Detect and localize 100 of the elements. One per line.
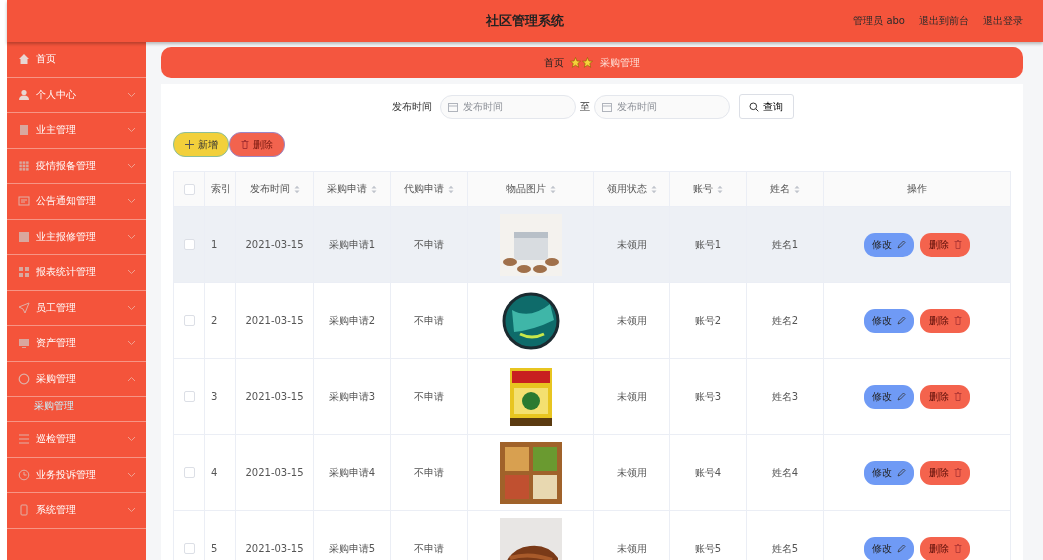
- table-cell: 2: [204, 282, 236, 359]
- table-cell: 2021-03-15: [235, 358, 314, 435]
- tiles-icon: [18, 266, 30, 279]
- table-row[interactable]: 4 2021-03-15 采购申请4 不申请 未领用 账号4 姓名4 修改 删除: [173, 434, 1011, 511]
- edit-button[interactable]: 修改: [864, 232, 914, 257]
- table-cell: 2021-03-15: [235, 206, 314, 283]
- column-header[interactable]: 采购申请: [313, 171, 391, 207]
- grid-icon: [18, 159, 30, 172]
- table-cell: 采购申请2: [313, 282, 391, 359]
- column-header[interactable]: 索引: [204, 171, 236, 207]
- table-cell: 姓名4: [746, 434, 824, 511]
- column-header[interactable]: 账号: [669, 171, 747, 207]
- table-cell: 采购申请3: [313, 358, 391, 435]
- trash-icon: [953, 392, 962, 401]
- sort-icon: [448, 184, 454, 194]
- table-cell: 不申请: [390, 282, 468, 359]
- table-cell: 账号1: [669, 206, 747, 283]
- column-header[interactable]: 操作: [823, 171, 1011, 207]
- sort-icon: [650, 184, 657, 194]
- table-cell: 未领用: [593, 206, 670, 283]
- table-cell: 未领用: [593, 282, 670, 359]
- column-header[interactable]: 领用状态: [593, 171, 670, 207]
- phone-icon: [18, 504, 30, 517]
- delete-button[interactable]: 删除: [920, 460, 970, 485]
- column-header[interactable]: 物品图片: [467, 171, 594, 207]
- column-header[interactable]: 发布时间: [235, 171, 314, 207]
- table-cell: 2021-03-15: [235, 282, 314, 359]
- date-field[interactable]: 发布时间: [593, 94, 730, 119]
- header-link[interactable]: 管理员 abo: [853, 14, 905, 28]
- search-button[interactable]: 查询: [738, 94, 794, 119]
- delete-button[interactable]: 删除: [920, 536, 970, 560]
- add-button[interactable]: 新增: [173, 132, 229, 157]
- delete-button[interactable]: 删除: [920, 384, 970, 409]
- trash-icon: [953, 316, 962, 325]
- delete-button[interactable]: 删除: [920, 308, 970, 333]
- table-cell: 未领用: [593, 358, 670, 435]
- trash-icon: [953, 468, 962, 477]
- table-cell: 未领用: [593, 434, 670, 511]
- table-cell: 姓名1: [746, 206, 824, 283]
- calendar-icon: [447, 101, 458, 112]
- calendar-icon: [601, 101, 612, 112]
- pencil-icon: [897, 316, 906, 325]
- table-cell: 不申请: [390, 206, 468, 283]
- table-cell: 姓名2: [746, 282, 824, 359]
- table-row[interactable]: 1 2021-03-15 采购申请1 不申请 未领用 账号1 姓名1 修改 删除: [173, 206, 1011, 283]
- list-icon: [18, 433, 30, 446]
- table-cell: 姓名3: [746, 358, 824, 435]
- table-cell: 账号4: [669, 434, 747, 511]
- trash-icon: [241, 140, 249, 149]
- table-cell: 不申请: [390, 358, 468, 435]
- column-header[interactable]: 姓名: [746, 171, 824, 207]
- edit-button[interactable]: 修改: [864, 460, 914, 485]
- table-cell: 账号3: [669, 358, 747, 435]
- table-cell: 采购申请4: [313, 434, 391, 511]
- delete-button[interactable]: 删除: [229, 132, 285, 157]
- pencil-icon: [897, 544, 906, 553]
- range-separator: 至: [579, 99, 590, 114]
- pencil-icon: [897, 392, 906, 401]
- date-field[interactable]: 发布时间: [439, 94, 576, 119]
- table-cell: 4: [204, 434, 236, 511]
- search-icon: [749, 101, 759, 112]
- header-link[interactable]: 退出登录: [983, 14, 1023, 28]
- checkbox[interactable]: [183, 183, 195, 195]
- edit-button[interactable]: 修改: [864, 384, 914, 409]
- checkbox[interactable]: [183, 315, 195, 327]
- breadcrumb-link[interactable]: 采购管理: [600, 55, 640, 70]
- table-row[interactable]: 2 2021-03-15 采购申请2 不申请 未领用 账号2 姓名2 修改 删除: [173, 282, 1011, 359]
- delete-button[interactable]: 删除: [920, 232, 970, 257]
- plus-icon: [184, 140, 194, 149]
- edit-button[interactable]: 修改: [864, 308, 914, 333]
- table-cell: 3: [204, 358, 236, 435]
- trash-icon: [953, 544, 962, 553]
- user-icon: [18, 88, 30, 101]
- checkbox[interactable]: [183, 391, 195, 403]
- column-header[interactable]: 代购申请: [390, 171, 468, 207]
- header-link[interactable]: 退出到前台: [919, 14, 969, 28]
- card-icon: [18, 195, 30, 208]
- clock-icon: [18, 468, 30, 481]
- checkbox[interactable]: [183, 239, 195, 251]
- table-row[interactable]: 3 2021-03-15 采购申请3 不申请 未领用 账号3 姓名3 修改 删除: [173, 358, 1011, 435]
- sort-icon: [549, 184, 556, 194]
- app-title: 社区管理系统: [486, 12, 564, 30]
- breadcrumb-link[interactable]: 首页: [544, 55, 564, 70]
- sort-icon: [293, 184, 300, 194]
- home-icon: [18, 53, 30, 66]
- circle-icon: [18, 372, 30, 385]
- stars-icon: [570, 57, 594, 68]
- table-cell: 1: [204, 206, 236, 283]
- table-cell: 账号2: [669, 282, 747, 359]
- pencil-icon: [897, 240, 906, 249]
- pencil-icon: [897, 468, 906, 477]
- sort-icon: [794, 184, 800, 194]
- checkbox[interactable]: [183, 543, 195, 555]
- filter-label: 发布时间: [391, 99, 432, 114]
- table-cell: 不申请: [390, 434, 468, 511]
- checkbox[interactable]: [183, 467, 195, 479]
- table-row[interactable]: 5 2021-03-15 采购申请5 不申请 未领用 账号5 姓名5 修改 删除: [173, 510, 1011, 560]
- edit-button[interactable]: 修改: [864, 536, 914, 560]
- sort-icon: [717, 184, 723, 194]
- send-icon: [18, 301, 30, 314]
